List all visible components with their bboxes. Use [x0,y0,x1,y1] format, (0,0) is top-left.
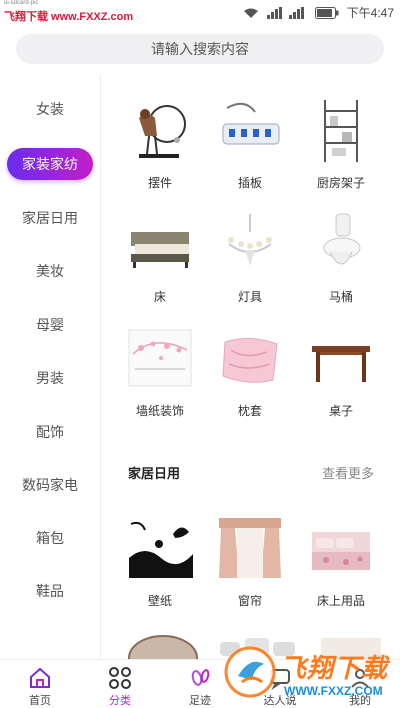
grid-label: 桌子 [328,404,353,418]
grid-item-wallpaper-decal[interactable]: 墙纸装饰 [115,324,205,434]
grid-label: 壁纸 [147,594,172,608]
sidebar-item-accessories[interactable]: 配饰 [0,414,100,450]
grid-label: 插板 [237,176,262,190]
grid-item-table[interactable]: 桌子 [296,324,386,434]
watermark-top-left: 飞翔下载 www.FXXZ.com [4,11,134,23]
category-sidebar: 女装 家装家纺 家居日用 美妆 母婴 男装 配饰 数码家电 箱包 鞋品 [0,74,100,659]
watermark-logo-icon [224,646,276,698]
bed-image [131,232,189,268]
kitchen-shelf-image [324,100,358,162]
search-placeholder: 请输入搜索内容 [151,42,249,58]
bedding-image [312,532,370,570]
grid-label: 马桶 [328,290,353,304]
grid-item-power-strip[interactable]: 插板 [205,96,295,206]
sidebar-item-bags[interactable]: 箱包 [0,520,100,556]
signal-icon [266,6,307,19]
grid-item-bedding[interactable]: 床上用品 [296,514,386,624]
grid-item-pillowcase[interactable]: 枕套 [205,324,295,434]
footprint-icon [191,669,210,686]
category-icon [109,667,131,689]
sidebar-item-women[interactable]: 女装 [0,91,100,127]
grid-item-ornament[interactable]: 摆件 [115,96,205,206]
grid-item-curtain[interactable]: 窗帘 [205,514,295,624]
sidebar-item-makeup[interactable]: 美妆 [0,253,100,289]
grid-label: 厨房架子 [316,176,365,190]
watermark-text: 飞翔下载 [280,654,389,684]
grid-item-bed[interactable]: 床 [115,210,205,320]
sidebar-item-home-textile[interactable]: 家装家纺 [0,146,100,182]
sidebar-divider [100,74,101,659]
grid-item-chandelier[interactable]: 灯具 [205,210,295,320]
status-time: 下午4:47 [346,6,394,20]
wallpaper-image [127,516,193,578]
chandelier-image [228,214,272,266]
grid-item-kitchen-shelf[interactable]: 厨房架子 [296,96,386,206]
grid-item-wallpaper[interactable]: 壁纸 [115,514,205,624]
sidebar-item-shoes[interactable]: 鞋品 [0,573,100,609]
nav-label: 分类 [109,694,131,707]
grid-item-toilet[interactable]: 马桶 [296,210,386,320]
grid-label: 床 [153,290,166,304]
ornament-image [139,105,186,158]
grid-label: 墙纸装饰 [135,404,184,418]
battery-icon [314,6,339,19]
toilet-image [323,213,361,265]
watermark-small: ui-sdcard-pic [4,0,39,6]
nav-category[interactable]: 分类 [80,660,160,708]
watermark-url: WWW.FXXZ.COM [284,684,383,698]
grid-label: 摆件 [147,176,172,190]
grid-label: 枕套 [237,404,262,418]
grid-label: 床上用品 [316,594,365,608]
sidebar-item-digital[interactable]: 数码家电 [0,467,100,503]
search-input[interactable]: 请输入搜索内容 [16,34,384,64]
nav-label: 首页 [29,694,51,707]
home-icon [30,667,50,688]
status-icons: 下午4:47 [243,4,394,21]
see-more-link[interactable]: 查看更多 [322,463,374,482]
wallpaper-decal-image [128,329,192,387]
wifi-icon [243,7,259,19]
sidebar-item-baby[interactable]: 母婴 [0,307,100,343]
sidebar-item-home-daily[interactable]: 家居日用 [0,200,100,236]
sidebar-item-men[interactable]: 男装 [0,360,100,396]
nav-home[interactable]: 首页 [0,660,80,708]
watermark-bottom-right: 飞翔下载 WWW.FXXZ.COM [222,640,400,708]
grid-label: 窗帘 [237,594,262,608]
status-bar: ui-sdcard-pic 飞翔下载 www.FXXZ.com 下午4:47 [0,0,400,26]
curtain-image [219,518,281,578]
pillowcase-image [222,338,278,383]
section-title: 家居日用 [128,467,181,482]
grid-label: 灯具 [237,290,262,304]
power-strip-image [222,102,280,145]
table-image [312,346,370,382]
